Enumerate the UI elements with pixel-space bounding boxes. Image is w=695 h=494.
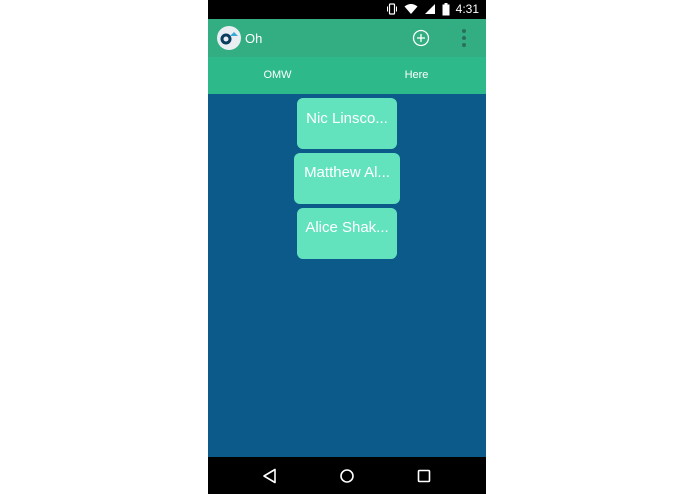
phone-screen: 4:31 Oh OMW Here Nic Linsco... Matthew A… [208,0,486,494]
add-circle-icon[interactable] [411,28,431,48]
vibrate-icon [386,3,397,15]
overflow-menu-icon[interactable] [460,27,468,49]
status-time: 4:31 [455,2,479,16]
app-logo-icon[interactable] [217,26,241,50]
recents-icon[interactable] [414,466,434,486]
status-bar: 4:31 [208,0,486,19]
navigation-bar [208,457,486,494]
back-icon[interactable] [260,466,280,486]
signal-icon [424,4,435,14]
tab-omw[interactable]: OMW [208,57,347,94]
tab-here[interactable]: Here [347,57,486,94]
contact-card[interactable]: Matthew Al... [294,153,400,204]
battery-icon [442,2,450,15]
wifi-icon [404,4,418,14]
tab-bar: OMW Here [208,57,486,94]
contact-card[interactable]: Alice Shak... [297,208,397,259]
home-icon[interactable] [337,466,357,486]
app-bar: Oh [208,19,486,57]
app-title: Oh [245,31,263,46]
contact-card[interactable]: Nic Linsco... [297,98,397,149]
